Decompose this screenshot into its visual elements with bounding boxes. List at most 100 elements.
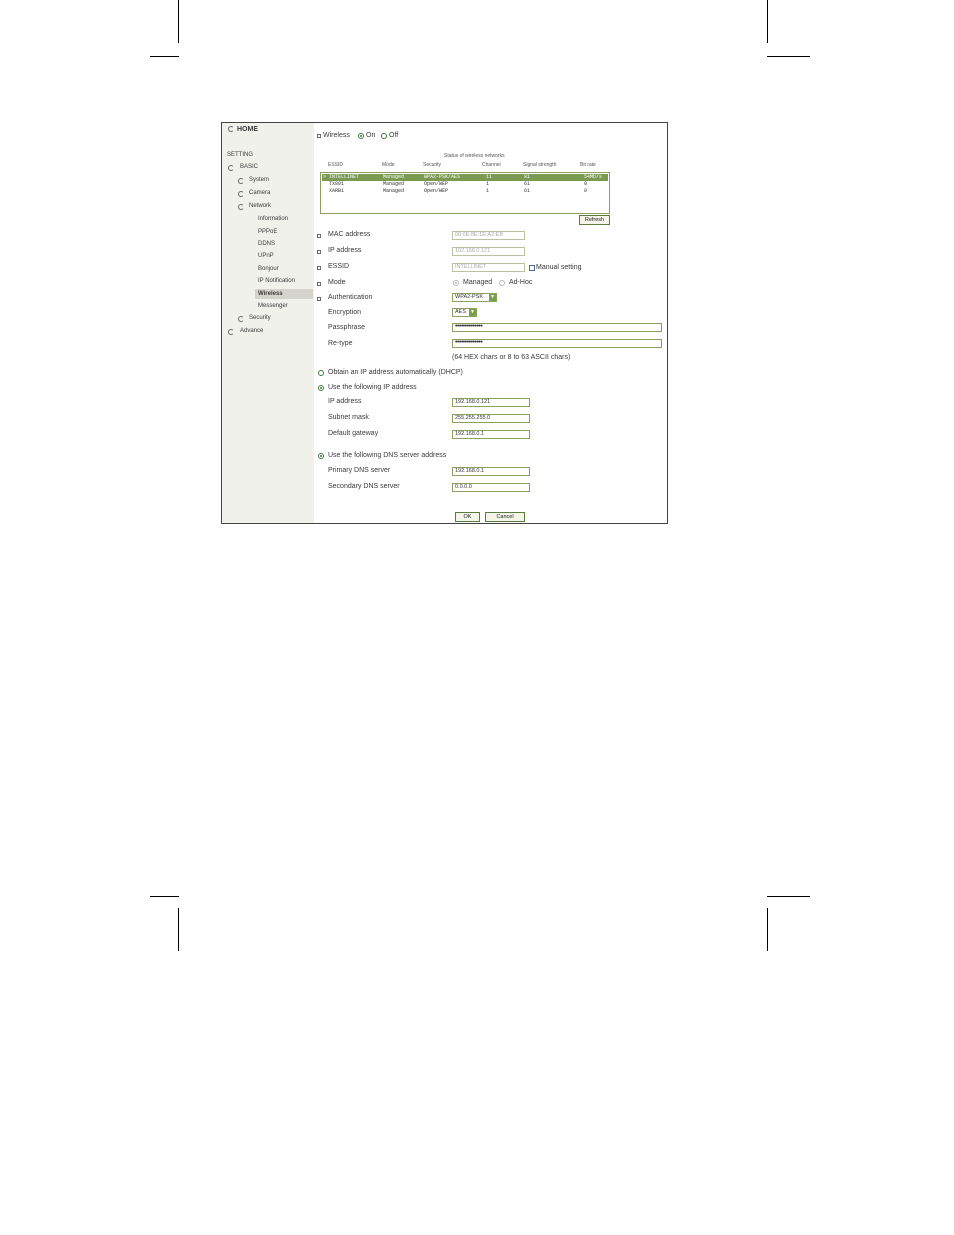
default-gateway-label: Default gateway [328,430,379,437]
crop-mark [767,908,768,951]
essid-field[interactable]: INTELLINET [452,263,525,272]
ok-button[interactable]: OK [455,512,480,522]
bullet-icon [317,266,321,270]
passphrase-field[interactable]: •••••••••••••• [452,323,662,332]
manual-setting-checkbox[interactable] [529,265,535,271]
spiral-icon [228,329,234,335]
sidebar-item-security[interactable]: Security [249,315,271,321]
crop-mark [178,0,179,43]
authentication-value: WPA2-PSK [455,294,484,300]
crop-mark [767,56,810,57]
cell-channel: 1 [486,181,490,187]
cell-essid: > INTELLINET [323,174,360,180]
table-row[interactable]: TX801 Managed Open/WEP 1 61 0 [322,181,608,188]
table-row[interactable]: > INTELLINET Managed WPA2-PSK/AES 11 81 … [322,174,608,181]
retype-field[interactable]: •••••••••••••• [452,339,662,348]
wireless-on-radio[interactable] [358,133,364,139]
bullet-icon [317,134,321,138]
cell-mode: Managed [383,188,405,194]
encryption-select[interactable]: AES ▼ [452,308,477,317]
static-ip-address-label: IP address [328,398,362,405]
cell-security: WPA2-PSK/AES [424,174,461,180]
wireless-off-label: Off [389,132,399,139]
cancel-button[interactable]: Cancel [485,512,525,522]
crop-mark [178,908,179,951]
cell-essid: XARB1 [329,188,345,194]
default-gateway-field[interactable]: 192.168.0.1 [452,430,530,439]
bullet-icon [317,250,321,254]
cell-signal: 81 [524,174,531,180]
wireless-label: Wireless [323,132,350,139]
sidebar-item-ip-notification[interactable]: IP Notification [258,278,295,284]
sidebar-item-advance[interactable]: Advance [240,328,263,334]
chevron-down-icon: ▼ [489,294,496,301]
mode-adhoc-radio[interactable] [499,280,505,286]
essid-label: ESSID [328,263,350,270]
primary-dns-field[interactable]: 192.168.0.1 [452,467,530,476]
home-icon [228,126,234,132]
ip-label: IP address [328,247,362,254]
retype-label: Re-type [328,340,353,347]
dhcp-radio[interactable] [318,370,324,376]
sidebar: HOME SETTING BASIC System Camera Network… [222,123,314,523]
subnet-mask-field[interactable]: 255.255.255.0 [452,414,530,423]
networks-header-mode: Mode [382,162,395,168]
mode-managed-label: Managed [463,279,493,286]
networks-list[interactable]: > INTELLINET Managed WPA2-PSK/AES 11 81 … [320,172,610,214]
subnet-mask-label: Subnet mask [328,414,369,421]
spiral-icon [238,178,244,184]
main-panel: Wireless On Off Status of wireless netwo… [314,123,667,523]
wireless-on-label: On [366,132,376,139]
sidebar-item-camera[interactable]: Camera [249,190,270,196]
mac-field: 00:0E:8E:1E:A2:EB [452,231,525,240]
sidebar-item-information[interactable]: Information [258,216,288,222]
cell-essid: TX801 [329,181,345,187]
bullet-icon [317,234,321,238]
networks-title: Status of wireless networks [444,153,505,159]
spiral-icon [238,191,244,197]
manual-setting-label: Manual setting [536,264,582,271]
sidebar-item-bonjour[interactable]: Bonjour [258,266,279,272]
spiral-icon [228,165,234,171]
sidebar-item-basic[interactable]: BASIC [240,164,258,170]
spiral-icon [238,204,244,210]
mode-adhoc-label: Ad-Hoc [509,279,533,286]
dns-radio[interactable] [318,453,324,459]
authentication-label: Authentication [328,294,373,301]
spiral-icon [238,316,244,322]
table-row[interactable]: XARB1 Managed Open/WEP 1 61 0 [322,188,608,195]
cell-mode: Managed [383,181,405,187]
crop-mark [150,56,179,57]
networks-header-signal: Signal strength [523,162,557,168]
cell-mode: Managed [383,174,405,180]
cell-bitrate: 0 [584,181,588,187]
home-link[interactable]: HOME [237,126,258,133]
mode-label: Mode [328,279,346,286]
sidebar-item-pppoe[interactable]: PPPoE [258,229,277,235]
cell-signal: 61 [524,188,531,194]
static-ip-label: Use the following IP address [328,384,417,391]
cell-channel: 1 [486,188,490,194]
sidebar-item-messenger[interactable]: Messenger [258,303,288,309]
sidebar-item-network[interactable]: Network [249,203,271,209]
sidebar-item-ddns[interactable]: DDNS [258,241,275,247]
secondary-dns-label: Secondary DNS server [328,483,400,490]
crop-mark [767,0,768,43]
secondary-dns-field[interactable]: 0.0.0.0 [452,483,530,492]
wireless-off-radio[interactable] [381,133,387,139]
sidebar-item-system[interactable]: System [249,177,269,183]
dns-label: Use the following DNS server address [328,452,447,459]
sidebar-item-upnp[interactable]: UPnP [258,253,274,259]
bullet-icon [317,297,321,301]
static-ip-radio[interactable] [318,385,324,391]
encryption-label: Encryption [328,309,362,316]
sidebar-item-wireless[interactable]: Wireless [258,291,283,297]
refresh-button[interactable]: Refresh [579,215,610,225]
mode-managed-radio[interactable] [453,280,459,286]
primary-dns-label: Primary DNS server [328,467,391,474]
camera-settings-screenshot: HOME SETTING BASIC System Camera Network… [221,122,668,524]
cell-security: Open/WEP [424,181,449,187]
static-ip-address-field[interactable]: 192.168.0.121 [452,398,530,407]
cell-security: Open/WEP [424,188,449,194]
authentication-select[interactable]: WPA2-PSK ▼ [452,293,497,302]
